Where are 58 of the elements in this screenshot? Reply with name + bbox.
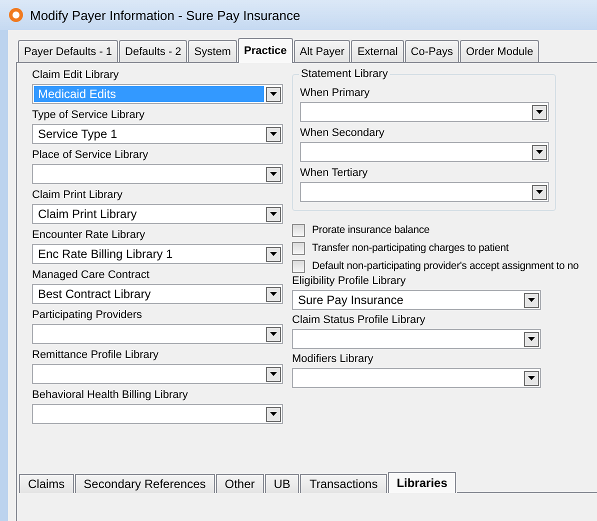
field-label: Remittance Profile Library (32, 349, 160, 363)
checkbox[interactable] (292, 260, 305, 272)
field-label: Participating Providers (32, 309, 144, 323)
window-title: Modify Payer Information - Sure Pay Insurance (30, 8, 300, 22)
tab[interactable]: Co-Pays (404, 40, 459, 62)
dropdown-field[interactable] (32, 164, 283, 184)
checkbox[interactable] (292, 224, 305, 236)
dropdown-field[interactable]: Sure Pay Insurance (292, 290, 541, 310)
tab[interactable]: External (351, 40, 404, 62)
checkbox-label: Default non-participating provider's accept assignment to no (312, 260, 579, 272)
tab[interactable]: UB (264, 474, 300, 493)
dropdown-value: Sure Pay Insurance (297, 292, 404, 308)
dropdown-field[interactable] (32, 404, 283, 424)
field-label: Eligibility Profile Library (292, 275, 407, 289)
group-title: Statement Library (299, 68, 390, 81)
dropdown-field[interactable]: Claim Print Library (32, 204, 283, 224)
app-icon (8, 7, 24, 23)
dropdown-value: Best Contract Library (37, 286, 152, 302)
tab[interactable]: Secondary References (74, 474, 215, 493)
tab[interactable]: Alt Payer (294, 40, 350, 62)
field-label: Claim Edit Library (32, 69, 120, 83)
tab[interactable]: Claims (19, 474, 74, 493)
field-label: When Secondary (300, 127, 386, 141)
field-label: Behavioral Health Billing Library (32, 389, 189, 403)
dropdown-value: Medicaid Edits (34, 86, 264, 102)
dropdown-field[interactable] (32, 324, 283, 344)
dropdown-value: Claim Print Library (37, 206, 138, 222)
checkbox-label: Transfer non-participating charges to patient (312, 242, 509, 254)
field-label: Encounter Rate Library (32, 229, 146, 243)
dropdown-field[interactable] (300, 102, 549, 122)
tab[interactable]: Payer Defaults - 1 (18, 40, 118, 62)
tab[interactable]: Libraries (388, 472, 456, 493)
field-label: Place of Service Library (32, 149, 150, 163)
dropdown-field[interactable]: Best Contract Library (32, 284, 283, 304)
checkbox[interactable] (292, 242, 305, 254)
dropdown-field[interactable] (292, 329, 541, 349)
dropdown-field[interactable] (300, 142, 549, 162)
tab[interactable]: Practice (238, 38, 293, 63)
dropdown-field[interactable]: Enc Rate Billing Library 1 (32, 244, 283, 264)
tab[interactable]: Transactions (300, 474, 387, 493)
field-label: Modifiers Library (292, 353, 374, 367)
dropdown-field[interactable] (292, 368, 541, 388)
dropdown-value: Service Type 1 (37, 126, 118, 142)
field-label: Type of Service Library (32, 109, 146, 123)
checkbox-label: Prorate insurance balance (312, 224, 430, 236)
tab[interactable]: Defaults - 2 (119, 40, 188, 62)
tab[interactable]: Order Module (460, 40, 540, 62)
field-label: Managed Care Contract (32, 269, 150, 283)
dropdown-field[interactable]: Service Type 1 (32, 124, 283, 144)
tab[interactable]: Other (216, 474, 264, 493)
field-label: Claim Status Profile Library (292, 314, 426, 328)
field-label: Claim Print Library (32, 189, 124, 203)
dropdown-value: Enc Rate Billing Library 1 (37, 246, 174, 262)
field-label: When Tertiary (300, 167, 369, 181)
dropdown-field[interactable] (300, 182, 549, 202)
dropdown-field[interactable] (32, 364, 283, 384)
field-label: When Primary (300, 87, 371, 101)
tab[interactable]: System (188, 40, 237, 62)
